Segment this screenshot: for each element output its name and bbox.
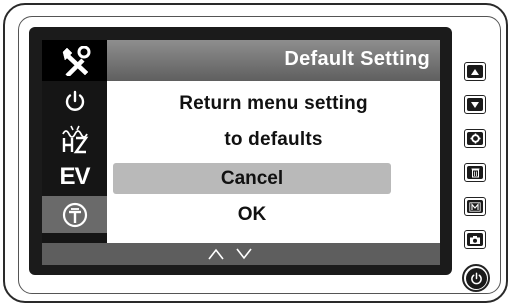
ev-icon: EV (59, 162, 90, 190)
triangle-down-icon (471, 101, 479, 108)
device-bezel: Default Setting EV Return menu setting t… (18, 16, 501, 294)
delete-button[interactable] (464, 163, 486, 182)
camera-button[interactable] (464, 230, 486, 249)
camera-icon (470, 235, 480, 244)
cancel-option[interactable]: Cancel (113, 163, 391, 194)
flicker-hz-icon (61, 125, 88, 153)
mode-button[interactable] (464, 197, 486, 216)
power-icon (65, 90, 84, 111)
ok-option[interactable]: OK (113, 199, 391, 230)
up-arrow-icon[interactable] (207, 247, 225, 261)
sidebar-item-ev[interactable]: EV (42, 158, 107, 195)
tools-icon (62, 45, 90, 76)
triangle-up-icon (471, 68, 479, 75)
dialog: Return menu setting to defaults Cancel O… (107, 81, 440, 243)
pin-circle-icon (62, 202, 87, 227)
page-title: Default Setting (284, 48, 430, 70)
sidebar-item-tools[interactable] (42, 40, 107, 81)
lcd-screen: Default Setting EV Return menu setting t… (42, 40, 440, 265)
up-button[interactable] (464, 62, 486, 81)
power-button[interactable] (462, 264, 490, 292)
power-icon (470, 272, 482, 284)
sidebar: EV (42, 40, 107, 265)
mode-m-icon (469, 201, 481, 212)
dialog-message-line2: to defaults (224, 129, 323, 150)
bottom-nav-bar (42, 243, 440, 265)
down-arrow-icon[interactable] (235, 247, 253, 261)
sidebar-item-power[interactable] (42, 82, 107, 119)
nav-arrows (190, 244, 270, 264)
hardware-button-column (462, 37, 490, 292)
gear-icon (469, 133, 481, 144)
trash-icon (471, 168, 479, 178)
sidebar-item-flicker[interactable] (42, 120, 107, 157)
sidebar-item-pin[interactable] (42, 196, 107, 233)
settings-button[interactable] (464, 129, 486, 148)
screen-frame: Default Setting EV Return menu setting t… (29, 27, 452, 275)
device-body: Default Setting EV Return menu setting t… (3, 3, 508, 303)
down-button[interactable] (464, 95, 486, 114)
dialog-message-line1: Return menu setting (179, 93, 368, 114)
